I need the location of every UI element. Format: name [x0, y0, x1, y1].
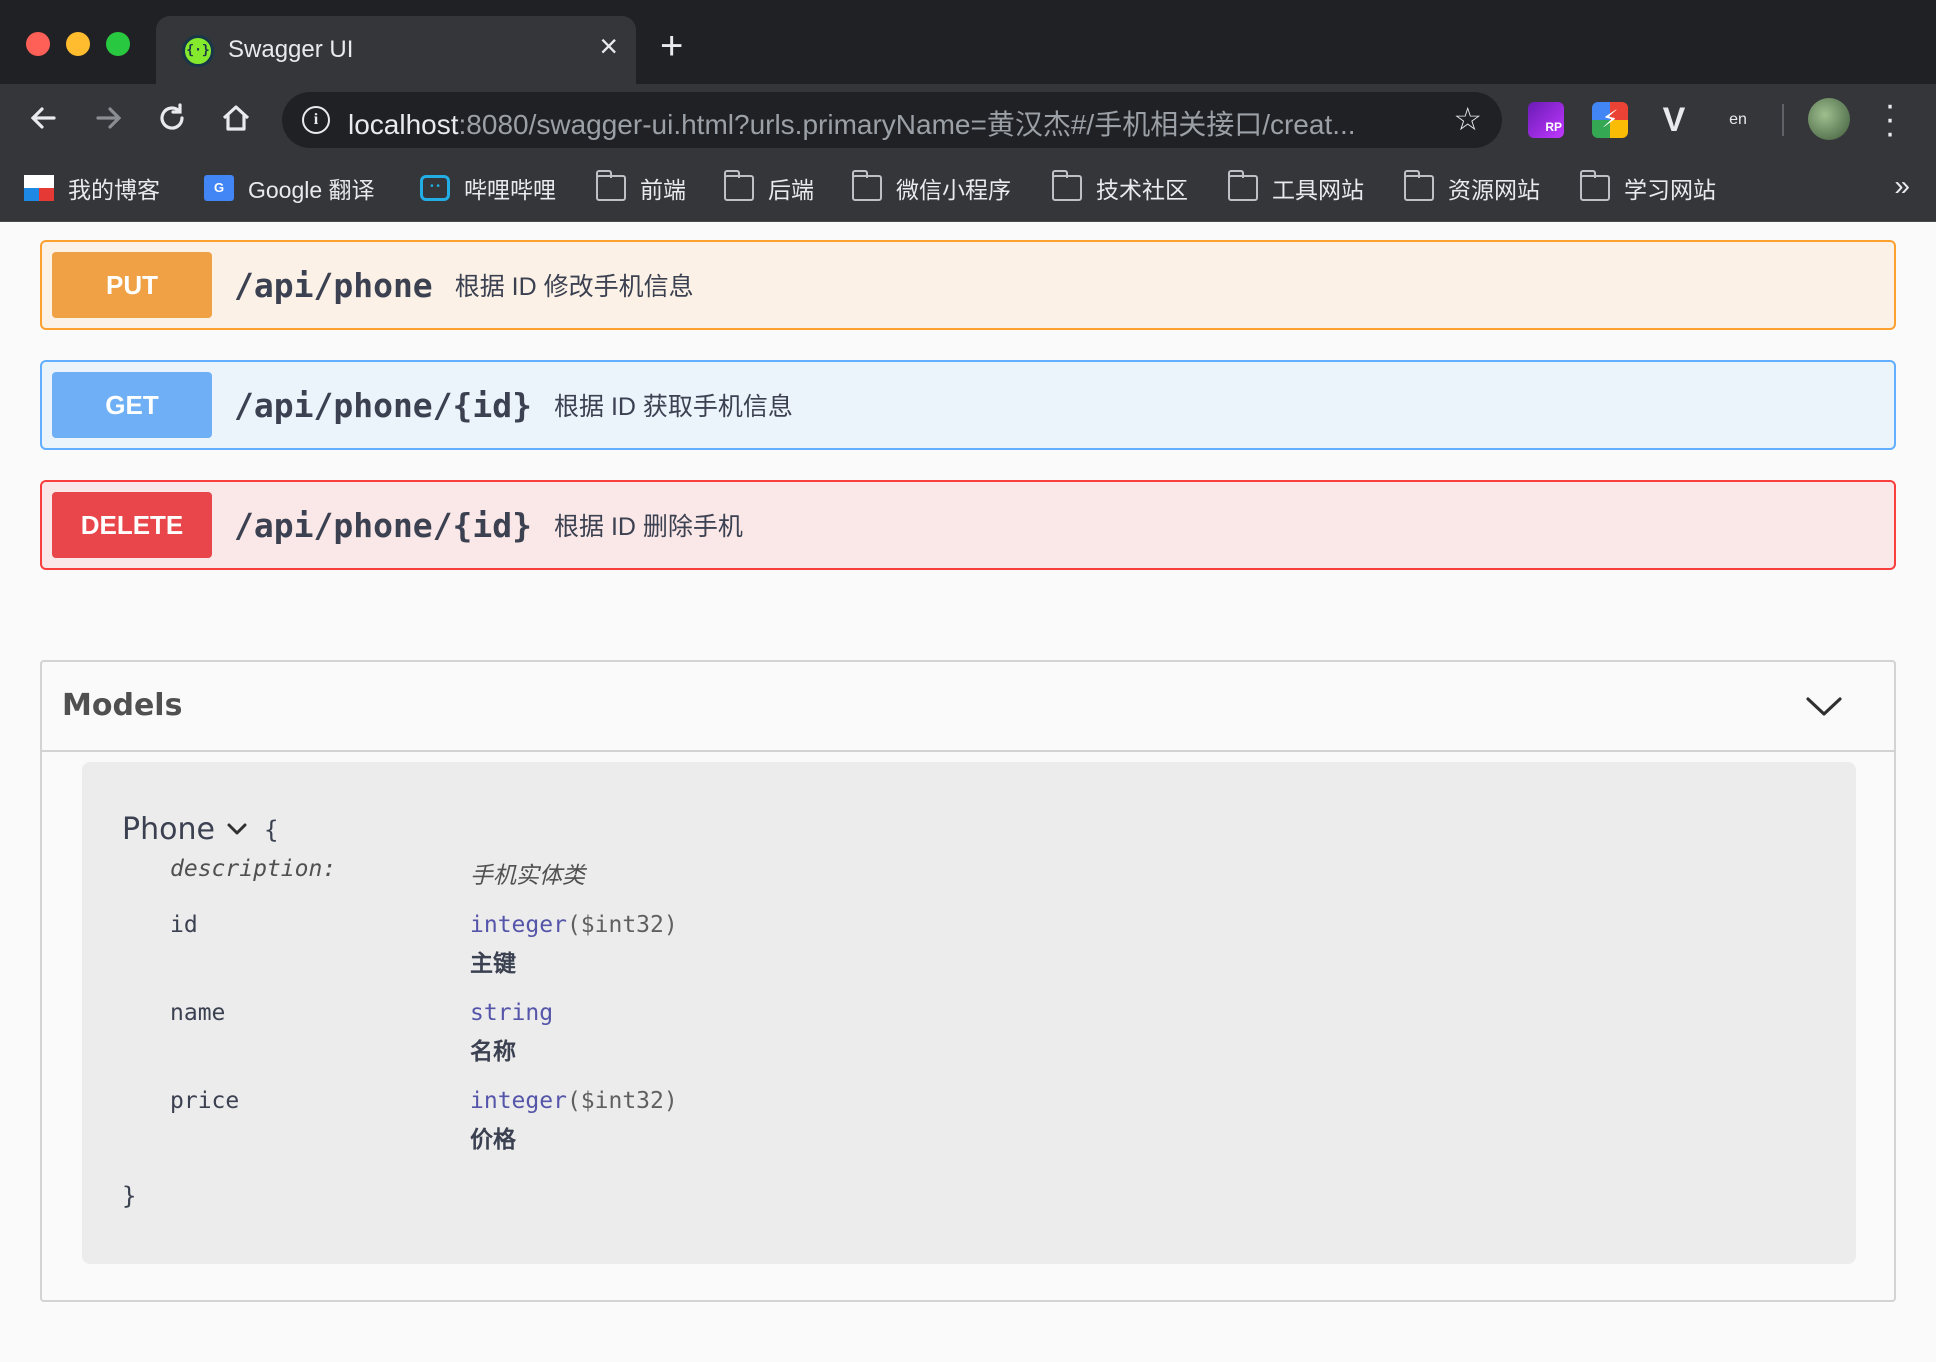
property-key-id: id: [170, 912, 198, 938]
property-note-id: 主键: [470, 951, 516, 977]
bookmark-folder-tools[interactable]: 工具网站: [1228, 166, 1364, 210]
models-title: Models: [62, 688, 183, 723]
property-type-id: integer($int32): [470, 912, 678, 938]
property-type: integer: [470, 1088, 567, 1114]
bookmark-folder-learning[interactable]: 学习网站: [1580, 166, 1716, 210]
opblock-get-phone-by-id[interactable]: GET /api/phone/{id} 根据 ID 获取手机信息: [40, 360, 1896, 450]
folder-icon: [852, 170, 882, 201]
bookmark-my-blog[interactable]: 我的博客: [24, 166, 160, 210]
folder-icon: [1580, 170, 1610, 201]
opblock-delete-phone-by-id[interactable]: DELETE /api/phone/{id} 根据 ID 删除手机: [40, 480, 1896, 570]
method-badge-put: PUT: [52, 252, 212, 318]
bookmark-folder-backend[interactable]: 后端: [724, 166, 814, 210]
more-bookmarks-icon[interactable]: »: [1894, 170, 1910, 202]
site-info-icon[interactable]: i: [302, 106, 330, 134]
models-header[interactable]: Models: [42, 662, 1894, 752]
toolbar-separator: [1782, 104, 1784, 136]
reload-icon[interactable]: [150, 96, 194, 140]
close-window-button[interactable]: [26, 32, 50, 56]
model-name[interactable]: Phone: [122, 812, 215, 847]
operation-summary: 根据 ID 删除手机: [554, 513, 743, 541]
method-badge-get: GET: [52, 372, 212, 438]
operation-summary: 根据 ID 获取手机信息: [554, 393, 793, 421]
zoom-window-button[interactable]: [106, 32, 130, 56]
bookmark-bilibili[interactable]: • • 哔哩哔哩: [420, 166, 556, 210]
operation-path: /api/phone/{id}: [234, 385, 533, 425]
url-host: localhost: [348, 109, 459, 140]
forward-icon[interactable]: [86, 96, 130, 140]
folder-icon: [724, 170, 754, 201]
bookmark-star-icon[interactable]: ☆: [1453, 100, 1482, 138]
vue-devtools-icon[interactable]: V: [1656, 102, 1692, 138]
models-section: Models Phone { description: 手机实体类 id int…: [40, 660, 1896, 1302]
opblock-put-phone[interactable]: PUT /api/phone 根据 ID 修改手机信息: [40, 240, 1896, 330]
browser-menu-icon[interactable]: · · ·: [1878, 88, 1902, 150]
translate-extension-icon[interactable]: en: [1720, 102, 1756, 138]
bookmark-label: 哔哩哔哩: [464, 177, 556, 203]
bookmark-folder-resources[interactable]: 资源网站: [1404, 166, 1540, 210]
bookmark-label: 后端: [768, 177, 814, 203]
bookmark-label: 微信小程序: [896, 177, 1011, 203]
address-url[interactable]: localhost:8080/swagger-ui.html?urls.prim…: [348, 103, 1408, 143]
swagger-favicon-icon: {·}: [182, 35, 214, 67]
property-note-price: 价格: [470, 1127, 516, 1153]
property-key-name: name: [170, 1000, 226, 1026]
home-icon[interactable]: [214, 96, 258, 140]
bookmark-label: 学习网站: [1624, 177, 1716, 203]
property-type: string: [470, 1000, 554, 1026]
browser-chrome: {·} Swagger UI × + i localhost:8080/swag…: [0, 0, 1936, 222]
url-rest: :8080/swagger-ui.html?urls.primaryName=黄…: [458, 109, 1356, 140]
chevron-down-icon[interactable]: [1804, 686, 1844, 726]
swagger-page: PUT /api/phone 根据 ID 修改手机信息 GET /api/pho…: [0, 222, 1936, 1362]
tab-swagger-ui[interactable]: {·} Swagger UI ×: [156, 16, 636, 84]
bookmark-folder-tech-community[interactable]: 技术社区: [1052, 166, 1188, 210]
operation-path: /api/phone: [234, 265, 433, 305]
new-tab-icon[interactable]: +: [660, 26, 683, 66]
folder-icon: [1228, 170, 1258, 201]
tab-title: Swagger UI: [228, 36, 354, 63]
operation-summary: 根据 ID 修改手机信息: [454, 273, 694, 301]
minimize-window-button[interactable]: [66, 32, 90, 56]
property-type-price: integer($int32): [470, 1088, 678, 1114]
address-bar[interactable]: i localhost:8080/swagger-ui.html?urls.pr…: [282, 92, 1502, 148]
back-icon[interactable]: [22, 96, 66, 140]
lightning-extension-icon[interactable]: ⚡: [1592, 102, 1628, 138]
bookmark-label: 前端: [640, 177, 686, 203]
model-brace-open: {: [264, 816, 279, 844]
method-badge-delete: DELETE: [52, 492, 212, 558]
bookmark-label: 我的博客: [68, 177, 160, 203]
browser-toolbar: i localhost:8080/swagger-ui.html?urls.pr…: [0, 84, 1936, 156]
google-translate-icon: G: [204, 175, 234, 201]
property-format: ($int32): [566, 912, 678, 938]
folder-icon: [596, 170, 626, 201]
description-value: 手机实体类: [470, 863, 585, 889]
bookmark-label: Google 翻译: [248, 177, 375, 203]
profile-avatar[interactable]: [1808, 98, 1850, 140]
bookmark-google-translate[interactable]: G Google 翻译: [204, 166, 375, 210]
bookmark-label: 工具网站: [1272, 177, 1364, 203]
property-type: integer: [470, 912, 567, 938]
bookmarks-bar: 我的博客 G Google 翻译 • • 哔哩哔哩 前端 后端 微信小程序 技术…: [0, 156, 1936, 222]
tab-strip: {·} Swagger UI × +: [0, 0, 1936, 84]
blog-icon: [24, 175, 54, 201]
tab-close-icon[interactable]: ×: [599, 30, 618, 62]
bookmark-label: 技术社区: [1096, 177, 1188, 203]
model-brace-close: }: [122, 1182, 137, 1210]
operation-path: /api/phone/{id}: [234, 505, 533, 545]
folder-icon: [1052, 170, 1082, 201]
model-toggle-chevron-icon[interactable]: [224, 816, 250, 842]
folder-icon: [1404, 170, 1434, 201]
property-format: ($int32): [566, 1088, 678, 1114]
bookmark-folder-frontend[interactable]: 前端: [596, 166, 686, 210]
bilibili-icon: • •: [420, 175, 450, 201]
property-key-price: price: [170, 1088, 240, 1114]
bookmark-folder-mini-program[interactable]: 微信小程序: [852, 166, 1011, 210]
description-key: description:: [170, 856, 337, 882]
bookmark-label: 资源网站: [1448, 177, 1540, 203]
model-phone: Phone { description: 手机实体类 id integer($i…: [82, 762, 1856, 1264]
property-note-name: 名称: [470, 1039, 516, 1065]
axure-rp-extension-icon[interactable]: RP: [1528, 102, 1564, 138]
property-type-name: string: [470, 1000, 553, 1026]
